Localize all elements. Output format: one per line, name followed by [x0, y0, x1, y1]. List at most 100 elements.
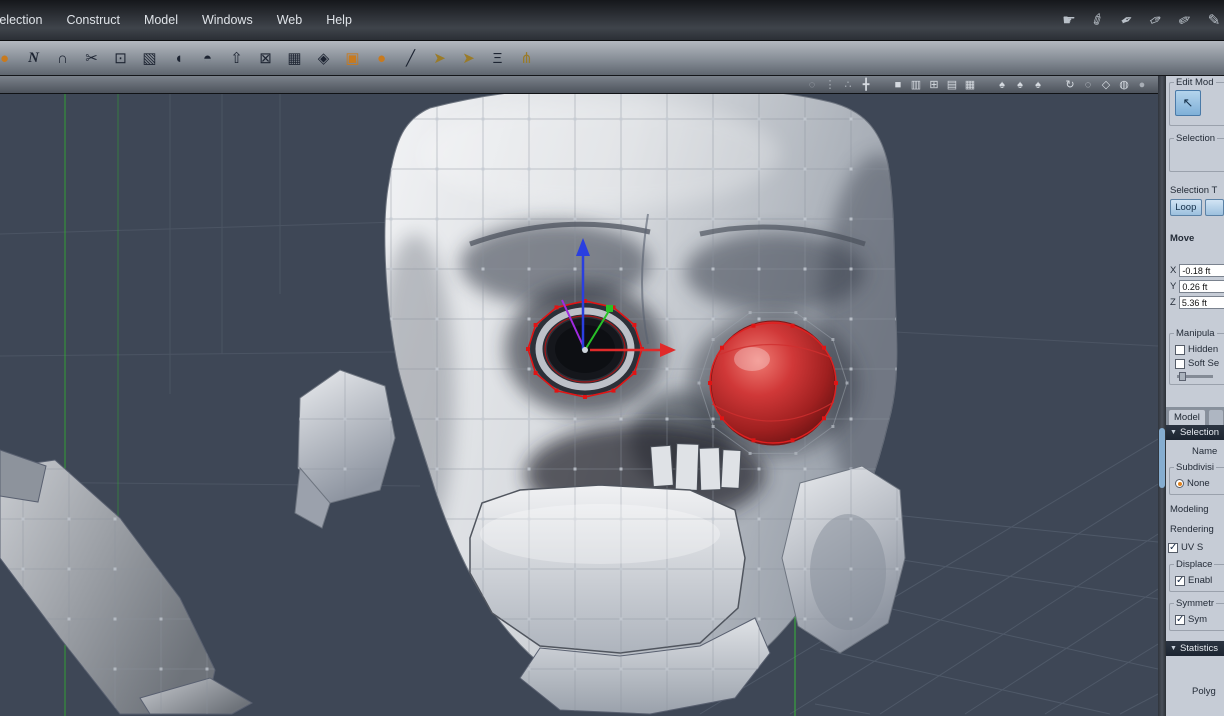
- shield-wire-icon[interactable]: ♠: [996, 77, 1008, 93]
- menu-windows[interactable]: Windows: [202, 13, 253, 27]
- sweep-arrow-tool-button[interactable]: ➤: [425, 43, 454, 73]
- modeling-label: Modeling: [1170, 504, 1209, 515]
- symmetry-group: Symmetr Sym: [1169, 598, 1224, 631]
- manipulators-group: Manipula Hidden Soft Se: [1169, 328, 1224, 385]
- curve-n-tool-button[interactable]: N: [19, 43, 48, 73]
- airbrush-tool-icon[interactable]: ✐: [1087, 8, 1110, 31]
- shield-shade-icon[interactable]: ♠: [1014, 77, 1026, 93]
- gem-tool-button[interactable]: ◈: [309, 43, 338, 73]
- sphere-primitive-tool-button[interactable]: ●: [0, 43, 19, 73]
- extrude-tool-button[interactable]: ⇧: [222, 43, 251, 73]
- sym-checkbox[interactable]: [1175, 614, 1185, 625]
- selection-group: Selection: [1169, 133, 1224, 172]
- x-coordinate-input[interactable]: [1179, 264, 1224, 277]
- ball-tool-button[interactable]: ●: [367, 43, 396, 73]
- skeleton-tool-button[interactable]: ⋔: [512, 43, 541, 73]
- menu-bar: Selection Construct Model Windows Web He…: [0, 0, 1224, 40]
- menu-selection[interactable]: Selection: [0, 13, 42, 27]
- axis-y-label: Y: [1170, 281, 1177, 292]
- hidden-checkbox-row[interactable]: Hidden: [1175, 344, 1224, 355]
- rails-tool-button[interactable]: Ξ: [483, 43, 512, 73]
- hidden-checkbox[interactable]: [1175, 344, 1185, 355]
- soft-selection-checkbox-row[interactable]: Soft Se: [1175, 358, 1224, 369]
- axis-z-label: Z: [1170, 297, 1176, 308]
- coord-row-x: X: [1170, 264, 1224, 277]
- polygons-label: Polyg: [1192, 686, 1216, 697]
- loop-button[interactable]: Loop: [1170, 199, 1202, 216]
- none-radio-row[interactable]: None: [1175, 478, 1224, 489]
- layout-grid-icon[interactable]: ▦: [964, 77, 976, 93]
- falloff-display-icon[interactable]: ∴: [842, 77, 854, 93]
- statistics-section-title: Statistics: [1179, 643, 1218, 654]
- mirror-tool-button[interactable]: ◓: [193, 43, 222, 73]
- selection-type-button-2[interactable]: [1204, 199, 1224, 216]
- rendering-label: Rendering: [1170, 524, 1214, 535]
- viewport-3d[interactable]: ◌ ⋮ ∴ ╋ ■ ▥ ⊞ ▤ ▦ ♠ ♠ ♠ ↻ ◌ ◇ ◍ ●: [0, 76, 1158, 716]
- layout-rows-icon[interactable]: ▤: [946, 77, 958, 93]
- box-select-tool-button[interactable]: ⊠: [251, 43, 280, 73]
- viewport-header: ◌ ⋮ ∴ ╋ ■ ▥ ⊞ ▤ ▦ ♠ ♠ ♠ ↻ ◌ ◇ ◍ ●: [0, 76, 1158, 94]
- orbit-view-icon[interactable]: ↻: [1064, 77, 1076, 93]
- slash-tool-button[interactable]: ╱: [396, 43, 425, 73]
- soft-selection-checkbox-label: Soft Se: [1188, 358, 1220, 369]
- pencil-tool-icon[interactable]: ✏: [1174, 8, 1197, 31]
- wire-cube-icon[interactable]: ◇: [1100, 77, 1112, 93]
- coord-row-z: Z: [1170, 296, 1224, 309]
- quantize-tool-button[interactable]: ⊡: [106, 43, 135, 73]
- main-toolbar: ● N ∩ ✂ ⊡ ▧ ◖ ◓ ⇧ ⊠ ▦ ◈ ▣ ● ╱ ➤ ➤ Ξ ⋔: [0, 40, 1224, 76]
- sym-checkbox-row[interactable]: Sym: [1175, 614, 1224, 625]
- package-tool-button[interactable]: ▣: [338, 43, 367, 73]
- scene-canvas[interactable]: [0, 94, 1158, 716]
- vertex-display-icon[interactable]: ⋮: [824, 77, 836, 93]
- magnet-tool-button[interactable]: ∩: [48, 43, 77, 73]
- layout-single-icon[interactable]: ■: [892, 77, 904, 93]
- uv-checkbox-label: UV S: [1181, 542, 1204, 553]
- shield-texture-icon[interactable]: ♠: [1032, 77, 1044, 93]
- none-radio[interactable]: [1175, 479, 1184, 488]
- move-coordinates: X Y Z: [1166, 264, 1224, 309]
- tab-next[interactable]: [1207, 409, 1224, 425]
- uv-checkbox[interactable]: [1168, 542, 1178, 553]
- flat-sphere-icon[interactable]: ●: [1136, 77, 1148, 93]
- pen-tool-icon[interactable]: ✒: [1116, 8, 1139, 31]
- displacement-group: Displace Enabl: [1169, 559, 1224, 592]
- shaded-sphere-icon[interactable]: ◍: [1118, 77, 1130, 93]
- sym-checkbox-label: Sym: [1188, 614, 1207, 625]
- lasso-select-tool-button[interactable]: ▧: [135, 43, 164, 73]
- y-coordinate-input[interactable]: [1179, 280, 1224, 293]
- menu-web[interactable]: Web: [277, 13, 302, 27]
- checker-tool-button[interactable]: ▦: [280, 43, 309, 73]
- layout-quad-icon[interactable]: ⊞: [928, 77, 940, 93]
- soft-selection-slider[interactable]: [1177, 372, 1213, 381]
- scissors-tool-button[interactable]: ✂: [77, 43, 106, 73]
- soft-selection-checkbox[interactable]: [1175, 358, 1185, 369]
- selection-section-header[interactable]: Selection: [1166, 425, 1224, 440]
- subdivision-group: Subdivisi None: [1169, 462, 1224, 495]
- tab-model[interactable]: Model: [1168, 409, 1206, 425]
- edit-mode-button[interactable]: ↖: [1175, 90, 1201, 116]
- splitter-handle[interactable]: [1159, 428, 1165, 488]
- name-label: Name: [1192, 446, 1218, 457]
- bridge-arrow-tool-button[interactable]: ➤: [454, 43, 483, 73]
- uv-checkbox-row[interactable]: UV S: [1168, 542, 1224, 553]
- layout-split-icon[interactable]: ▥: [910, 77, 922, 93]
- statistics-section-header[interactable]: Statistics: [1166, 641, 1224, 656]
- ghost-shading-icon[interactable]: ◌: [806, 77, 818, 93]
- dome-tool-button[interactable]: ◖: [164, 43, 193, 73]
- ink-tool-icon[interactable]: ✑: [1145, 8, 1168, 31]
- eraser-tool-icon[interactable]: ✎: [1206, 11, 1222, 29]
- menu-construct[interactable]: Construct: [66, 13, 120, 27]
- action-center-icon[interactable]: ╋: [860, 77, 872, 93]
- menu-help[interactable]: Help: [326, 13, 352, 27]
- enable-checkbox[interactable]: [1175, 575, 1185, 586]
- z-coordinate-input[interactable]: [1178, 296, 1224, 309]
- dashed-circle-icon[interactable]: ◌: [1082, 77, 1094, 93]
- menu-model[interactable]: Model: [144, 13, 178, 27]
- selection-group-label: Selection: [1174, 133, 1218, 144]
- panel-splitter[interactable]: [1158, 76, 1166, 716]
- enable-checkbox-row[interactable]: Enabl: [1175, 575, 1224, 586]
- selection-section-title: Selection: [1179, 427, 1220, 438]
- slider-thumb[interactable]: [1179, 372, 1186, 381]
- menu-items: Selection Construct Model Windows Web He…: [0, 13, 352, 27]
- pan-hand-icon[interactable]: ☛: [1061, 11, 1077, 29]
